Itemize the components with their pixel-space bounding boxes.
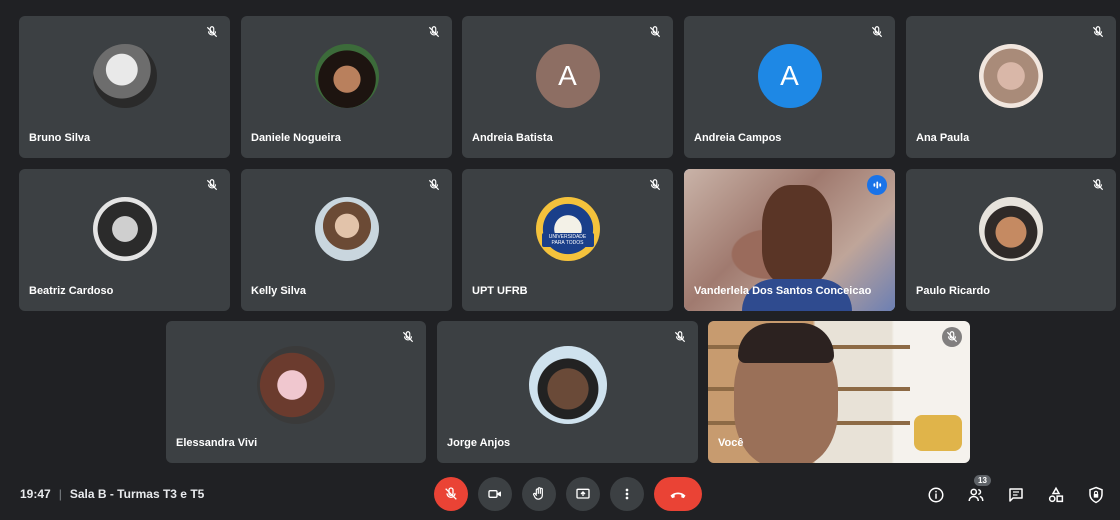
participant-name: Paulo Ricardo: [916, 285, 990, 297]
mic-off-icon: [202, 175, 222, 195]
participant-name: Elessandra Vivi: [176, 437, 258, 449]
present-screen-button[interactable]: [566, 477, 600, 511]
participant-tile[interactable]: Beatriz Cardoso: [19, 169, 230, 311]
meeting-info-button[interactable]: [924, 483, 948, 507]
logo-text: UNIVERSIDADE PARA TODOS: [541, 232, 594, 247]
participant-tile[interactable]: Bruno Silva: [19, 16, 230, 158]
mic-off-icon: [1088, 175, 1108, 195]
avatar: [979, 196, 1043, 261]
participant-name: Ana Paula: [916, 132, 970, 144]
avatar-letter: A: [757, 43, 822, 108]
avatar: [528, 345, 607, 424]
participant-name: Vanderlela Dos Santos Conceicao: [694, 285, 872, 297]
speaking-indicator-icon: [867, 175, 887, 195]
raise-hand-icon: [533, 487, 543, 500]
mic-off-icon: [670, 327, 690, 347]
self-video-tile[interactable]: Você: [708, 321, 970, 463]
participant-tile[interactable]: Kelly Silva: [241, 169, 452, 311]
participant-tile[interactable]: UNIVERSIDADE PARA TODOS UPT UFRB: [462, 169, 673, 311]
avatar: [92, 196, 157, 261]
mic-off-icon: [645, 22, 665, 42]
participant-tile[interactable]: Ana Paula: [906, 16, 1116, 158]
call-controls: [434, 477, 702, 511]
pillow: [914, 415, 962, 451]
mic-off-icon: [1088, 22, 1108, 42]
participant-name: Andreia Batista: [472, 132, 553, 144]
hang-up-icon: [670, 492, 686, 499]
participant-name: Daniele Nogueira: [251, 132, 341, 144]
people-count-badge: 13: [974, 475, 991, 486]
participant-name: UPT UFRB: [472, 285, 528, 297]
mic-off-icon: [424, 22, 444, 42]
participant-video-tile[interactable]: Vanderlela Dos Santos Conceicao: [684, 169, 895, 311]
avatar-letter: A: [535, 43, 600, 108]
chat-button[interactable]: [1004, 483, 1028, 507]
participant-tile[interactable]: Paulo Ricardo: [906, 169, 1116, 311]
meeting-time: 19:47: [20, 487, 51, 501]
participant-tile[interactable]: Daniele Nogueira: [241, 16, 452, 158]
mic-toggle-button[interactable]: [434, 477, 468, 511]
avatar: [314, 196, 379, 261]
host-controls-button[interactable]: [1084, 483, 1108, 507]
separator: |: [58, 487, 62, 501]
participant-tile[interactable]: A Andreia Campos: [684, 16, 895, 158]
participant-name: Beatriz Cardoso: [29, 285, 114, 297]
participant-name: Bruno Silva: [29, 132, 91, 144]
video-person: [762, 185, 832, 285]
avatar: [979, 43, 1043, 108]
logo-avatar: UNIVERSIDADE PARA TODOS: [535, 196, 600, 261]
more-options-icon: [625, 488, 629, 500]
camera-icon: [488, 490, 501, 498]
avatar: [314, 43, 379, 108]
people-button[interactable]: 13: [964, 475, 991, 507]
chat-icon: [1009, 488, 1023, 502]
info-icon: [928, 487, 944, 503]
hang-up-button[interactable]: [654, 477, 702, 511]
participant-tile[interactable]: A Andreia Batista: [462, 16, 673, 158]
mic-off-icon: [867, 22, 887, 42]
meeting-details[interactable]: 19:47 | Sala B - Turmas T3 e T5: [20, 487, 204, 501]
present-screen-icon: [576, 488, 590, 499]
mic-off-icon: [202, 22, 222, 42]
participant-name: Jorge Anjos: [447, 437, 511, 449]
participant-name: Andreia Campos: [694, 132, 782, 144]
avatar: [257, 345, 335, 424]
activities-button[interactable]: [1044, 483, 1068, 507]
mic-off-icon: [424, 175, 444, 195]
mic-off-icon: [398, 327, 418, 347]
people-icon: [968, 488, 984, 502]
participant-name: Você: [718, 437, 744, 449]
mic-off-icon: [445, 487, 457, 500]
bottom-bar: 19:47 | Sala B - Turmas T3 e T5 13: [0, 470, 1120, 520]
raise-hand-button[interactable]: [522, 477, 556, 511]
more-options-button[interactable]: [610, 477, 644, 511]
participant-tile[interactable]: Jorge Anjos: [437, 321, 698, 463]
mic-off-icon: [645, 175, 665, 195]
camera-toggle-button[interactable]: [478, 477, 512, 511]
participant-name: Kelly Silva: [251, 285, 307, 297]
avatar: [92, 43, 157, 108]
video-person-hair: [738, 323, 834, 363]
side-panel-controls: 13: [908, 475, 1108, 507]
meeting-title: Sala B - Turmas T3 e T5: [69, 487, 205, 501]
host-controls-icon: [1089, 486, 1103, 504]
participant-tile[interactable]: Elessandra Vivi: [166, 321, 426, 463]
mic-off-icon: [942, 327, 962, 347]
activities-icon: [1048, 486, 1064, 503]
